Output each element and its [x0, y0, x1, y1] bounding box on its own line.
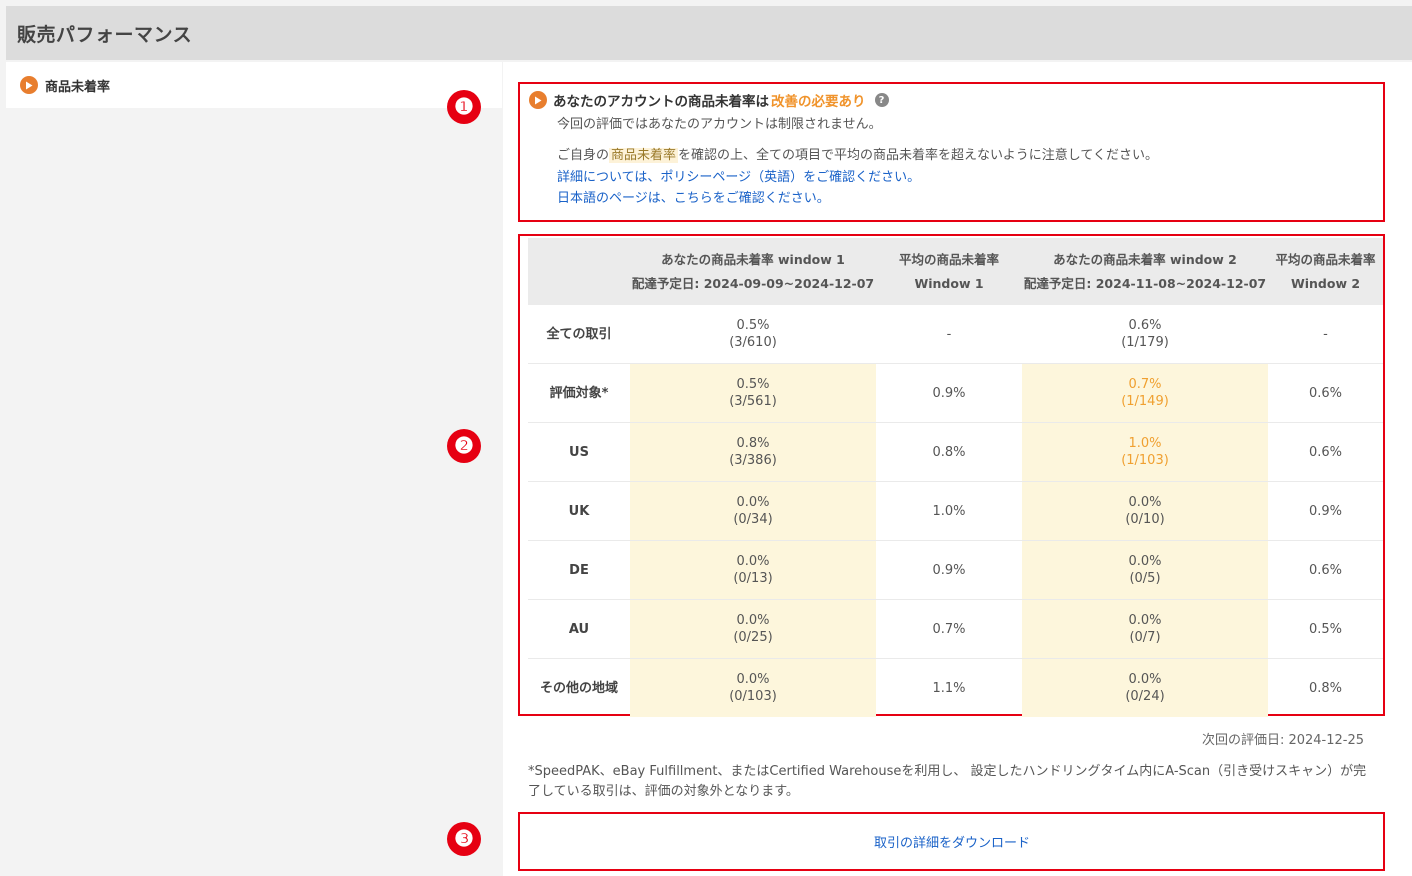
window1-average-cell: 0.8% — [876, 422, 1022, 482]
window2-average-cell: 0.6% — [1268, 540, 1383, 600]
row-label: 評価対象* — [528, 363, 630, 423]
window2-rate-cell: 0.6% (1/179) — [1022, 305, 1268, 364]
row-label: US — [528, 422, 630, 482]
table-row: UK 0.0% (0/34) 1.0% 0.0% (0/10) 0.9% — [528, 481, 1383, 541]
column-header-average-window1: 平均の商品未着率 Window 1 — [876, 238, 1022, 305]
column-header — [528, 238, 630, 305]
next-evaluation-date: 次回の評価日: 2024-12-25 — [1201, 733, 1364, 748]
japanese-page-link[interactable]: 日本語のページは、こちらをご確認ください。 — [557, 188, 1379, 210]
table-header-row: あなたの商品未着率 window 1 配達予定日: 2024-09-09~2024… — [528, 238, 1383, 305]
annotation-marker-1: ❶ — [447, 90, 481, 124]
footnote: *SpeedPAK、eBay Fulfillment、またはCertified … — [528, 764, 1367, 799]
annotation-marker-2: ❷ — [447, 429, 481, 463]
row-label: UK — [528, 481, 630, 541]
play-circle-icon — [529, 91, 547, 109]
window1-average-cell: 0.9% — [876, 363, 1022, 423]
policy-link[interactable]: 詳細については、ポリシーページ（英語）をご確認ください。 — [557, 167, 1379, 189]
window1-rate-cell: 0.0% (0/13) — [630, 540, 876, 600]
column-header-your-rate-window2: あなたの商品未着率 window 2 配達予定日: 2024-11-08~2024… — [1022, 238, 1268, 305]
status-badge: 改善の必要あり — [771, 94, 866, 110]
window1-rate-cell: 0.8% (3/386) — [630, 422, 876, 482]
window1-average-cell: 1.1% — [932, 680, 966, 696]
page-header: 販売パフォーマンス — [6, 6, 1412, 60]
non-receipt-rate-table: あなたの商品未着率 window 1 配達予定日: 2024-09-09~2024… — [528, 238, 1383, 717]
help-icon[interactable]: ? — [874, 93, 889, 107]
notice-subtext: 今回の評価ではあなたのアカウントは制限されません。 — [557, 117, 882, 132]
play-circle-icon — [20, 76, 38, 94]
window1-average-cell: 0.9% — [876, 540, 1022, 600]
notice-headline: あなたのアカウントの商品未着率は 改善の必要あり ? — [529, 90, 1379, 110]
window2-rate-cell: 0.0% (0/24) — [1022, 658, 1268, 717]
column-header-average-window2: 平均の商品未着率 Window 2 — [1268, 238, 1383, 305]
table-row: 全ての取引 0.5% (3/610) - 0.6% (1/179) - — [528, 305, 1383, 364]
row-label: その他の地域 — [539, 680, 618, 696]
window2-rate-cell: 0.0% (0/7) — [1022, 599, 1268, 659]
window1-rate-cell: 0.0% (0/103) — [630, 658, 876, 717]
window2-average-cell: 0.9% — [1268, 481, 1383, 541]
window2-average-cell: - — [1268, 305, 1383, 364]
page-title: 販売パフォーマンス — [17, 23, 193, 46]
window1-rate-cell: 0.5% (3/610) — [630, 305, 876, 364]
sidebar-item-label: 商品未着率 — [45, 79, 111, 95]
table-row: DE 0.0% (0/13) 0.9% 0.0% (0/5) 0.6% — [528, 540, 1383, 600]
table-row: US 0.8% (3/386) 0.8% 1.0% (1/103) 0.6% — [528, 422, 1383, 482]
table-row: 評価対象* 0.5% (3/561) 0.9% 0.7% (1/149) 0.6% — [528, 363, 1383, 423]
annotation-marker-3: ❸ — [447, 822, 481, 856]
window1-average-cell: 0.7% — [876, 599, 1022, 659]
download-details-button[interactable]: 取引の詳細をダウンロード — [520, 813, 1384, 870]
window2-rate-cell: 0.0% (0/10) — [1022, 481, 1268, 541]
window2-rate-cell: 0.0% (0/5) — [1022, 540, 1268, 600]
status-notice: あなたのアカウントの商品未着率は 改善の必要あり ? 今回の評価ではあなたのアカ… — [529, 90, 1379, 210]
window1-average-cell: 1.0% — [876, 481, 1022, 541]
row-label: AU — [528, 599, 630, 659]
notice-instruction: ご自身の 商品未着率 を確認の上、全ての項目で平均の商品未着率を超えないように注意し… — [557, 145, 1379, 167]
window2-rate-cell: 1.0% (1/103) — [1022, 422, 1268, 482]
window1-rate-cell: 0.5% (3/561) — [630, 363, 876, 423]
window1-average-cell: - — [876, 305, 1022, 364]
window2-average-cell: 0.5% — [1268, 599, 1383, 659]
window2-average-cell: 0.6% — [1268, 422, 1383, 482]
window1-rate-cell: 0.0% (0/25) — [630, 599, 876, 659]
highlighted-term: 商品未着率 — [609, 148, 679, 163]
row-label: 全ての取引 — [528, 305, 630, 364]
notice-body: ご自身の 商品未着率 を確認の上、全ての項目で平均の商品未着率を超えないように注意し… — [557, 145, 1379, 210]
window2-average-cell: 0.8% — [1308, 680, 1343, 696]
window2-rate-cell: 0.7% (1/149) — [1022, 363, 1268, 423]
notice-headline-text: あなたのアカウントの商品未着率は — [553, 94, 769, 110]
window1-rate-cell: 0.0% (0/34) — [630, 481, 876, 541]
notice-instruction-suffix: を確認の上、全ての項目で平均の商品未着率を超えないように注意してください。 — [678, 148, 1158, 163]
table-row: AU 0.0% (0/25) 0.7% 0.0% (0/7) 0.5% — [528, 599, 1383, 659]
row-label: DE — [528, 540, 630, 600]
notice-instruction-prefix: ご自身の — [557, 148, 610, 163]
column-header-your-rate-window1: あなたの商品未着率 window 1 配達予定日: 2024-09-09~2024… — [630, 238, 876, 305]
table-row: その他の地域 0.0% (0/103) 1.1% 0.0% (0/24) 0.8% — [528, 658, 1383, 717]
window2-average-cell: 0.6% — [1268, 363, 1383, 423]
sidebar-item-non-receipt-rate[interactable]: 商品未着率 — [6, 62, 502, 108]
